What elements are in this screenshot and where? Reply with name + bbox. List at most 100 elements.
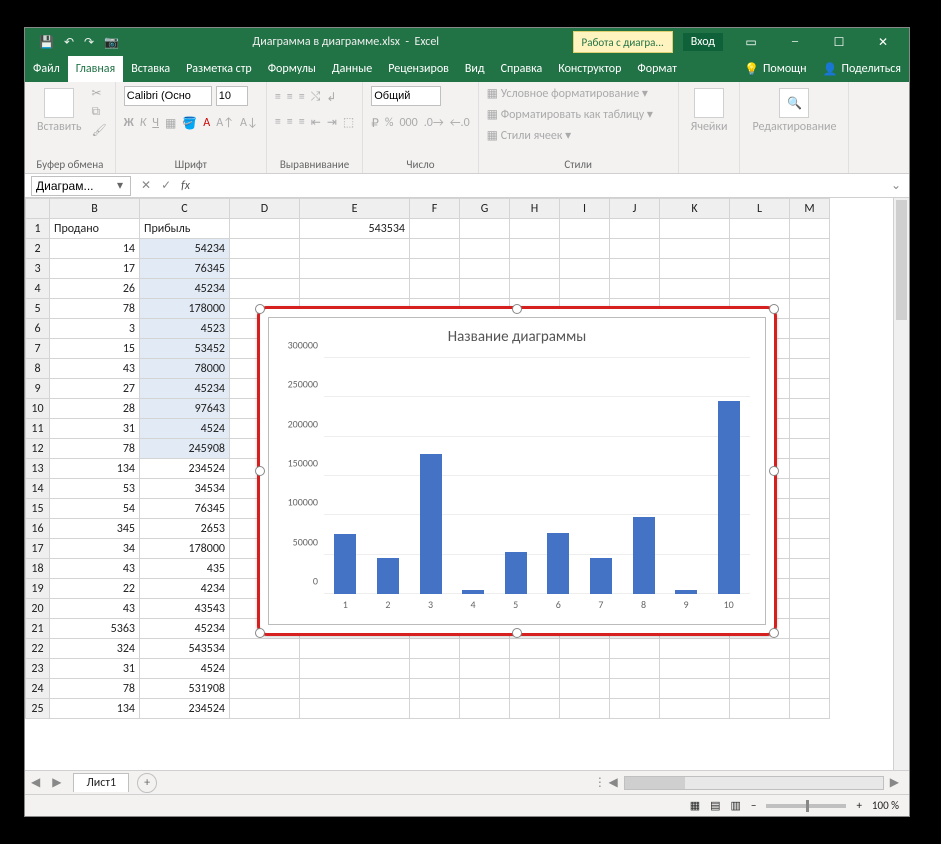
cell-B21[interactable]: 5363 <box>50 619 140 639</box>
cell-M9[interactable] <box>790 379 830 399</box>
underline-button[interactable]: Ч <box>152 116 159 131</box>
cell-B3[interactable]: 17 <box>50 259 140 279</box>
cell-H2[interactable] <box>510 239 560 259</box>
share-button[interactable]: 👤Поделиться <box>815 56 909 82</box>
row-header-25[interactable]: 25 <box>26 699 50 719</box>
cell-D2[interactable] <box>230 239 300 259</box>
cell-D3[interactable] <box>230 259 300 279</box>
cell-H23[interactable] <box>510 659 560 679</box>
cell-M19[interactable] <box>790 579 830 599</box>
cell-I1[interactable] <box>560 219 610 239</box>
view-page-break-icon[interactable]: ▥ <box>731 799 741 812</box>
cell-F4[interactable] <box>410 279 460 299</box>
row-header-5[interactable]: 5 <box>26 299 50 319</box>
cell-B5[interactable]: 78 <box>50 299 140 319</box>
bar-10[interactable] <box>718 401 740 594</box>
qat-redo-icon[interactable]: ↷ <box>84 35 94 50</box>
formula-input[interactable] <box>200 176 883 196</box>
bar-9[interactable] <box>675 590 697 594</box>
row-header-6[interactable]: 6 <box>26 319 50 339</box>
cell-J4[interactable] <box>610 279 660 299</box>
cell-L25[interactable] <box>730 699 790 719</box>
col-header-F[interactable]: F <box>410 199 460 219</box>
cell-C22[interactable]: 543534 <box>140 639 230 659</box>
cell-I23[interactable] <box>560 659 610 679</box>
cell-E25[interactable] <box>300 699 410 719</box>
currency-icon[interactable]: ₽ <box>371 116 379 131</box>
row-header-4[interactable]: 4 <box>26 279 50 299</box>
cell-G3[interactable] <box>460 259 510 279</box>
qat-save-icon[interactable]: 💾 <box>39 35 54 50</box>
tab-chart-design[interactable]: Конструктор <box>550 56 629 82</box>
cell-C16[interactable]: 2653 <box>140 519 230 539</box>
cell-K3[interactable] <box>660 259 730 279</box>
zoom-out-button[interactable]: − <box>751 799 756 812</box>
cell-H22[interactable] <box>510 639 560 659</box>
cell-F3[interactable] <box>410 259 460 279</box>
row-header-17[interactable]: 17 <box>26 539 50 559</box>
tab-view[interactable]: Вид <box>457 56 493 82</box>
cancel-icon[interactable]: ✕ <box>141 178 151 193</box>
comma-icon[interactable]: 000 <box>399 116 417 131</box>
cell-I25[interactable] <box>560 699 610 719</box>
col-header-J[interactable]: J <box>610 199 660 219</box>
cell-J24[interactable] <box>610 679 660 699</box>
col-header-I[interactable]: I <box>560 199 610 219</box>
cell-styles-button[interactable]: ▦ Стили ячеек ▾ <box>487 128 572 143</box>
cell-M15[interactable] <box>790 499 830 519</box>
cell-E4[interactable] <box>300 279 410 299</box>
cell-M25[interactable] <box>790 699 830 719</box>
cell-D1[interactable] <box>230 219 300 239</box>
cell-M24[interactable] <box>790 679 830 699</box>
tab-page-layout[interactable]: Разметка стр <box>178 56 260 82</box>
zoom-in-button[interactable]: + <box>856 799 861 812</box>
cell-C1[interactable]: Прибыль <box>140 219 230 239</box>
cell-B14[interactable]: 53 <box>50 479 140 499</box>
maximize-icon[interactable]: ☐ <box>819 28 859 56</box>
wrap-text-icon[interactable]: ↲ <box>326 90 336 105</box>
cell-B9[interactable]: 27 <box>50 379 140 399</box>
bar-1[interactable] <box>334 534 356 594</box>
expand-formula-icon[interactable]: ⌄ <box>883 178 909 193</box>
cell-B8[interactable]: 43 <box>50 359 140 379</box>
bar-7[interactable] <box>590 558 612 594</box>
decrease-decimal-icon[interactable]: ←.0 <box>450 116 470 131</box>
row-header-3[interactable]: 3 <box>26 259 50 279</box>
copy-icon[interactable]: ⧉ <box>92 105 107 119</box>
row-header-7[interactable]: 7 <box>26 339 50 359</box>
col-header-G[interactable]: G <box>460 199 510 219</box>
cell-J1[interactable] <box>610 219 660 239</box>
bar-3[interactable] <box>420 454 442 594</box>
cell-B2[interactable]: 14 <box>50 239 140 259</box>
cell-M16[interactable] <box>790 519 830 539</box>
cell-D23[interactable] <box>230 659 300 679</box>
cell-G22[interactable] <box>460 639 510 659</box>
name-box[interactable]: ▾ <box>31 176 131 196</box>
cell-L23[interactable] <box>730 659 790 679</box>
cell-K24[interactable] <box>660 679 730 699</box>
zoom-level[interactable]: 100 % <box>872 799 899 812</box>
cell-B1[interactable]: Продано <box>50 219 140 239</box>
cell-B18[interactable]: 43 <box>50 559 140 579</box>
fx-icon[interactable]: fx <box>181 179 190 193</box>
cell-F2[interactable] <box>410 239 460 259</box>
cell-C3[interactable]: 76345 <box>140 259 230 279</box>
cell-L4[interactable] <box>730 279 790 299</box>
cell-D22[interactable] <box>230 639 300 659</box>
cell-G1[interactable] <box>460 219 510 239</box>
row-header-15[interactable]: 15 <box>26 499 50 519</box>
align-left-icon[interactable]: ≡ <box>275 115 281 130</box>
cell-C23[interactable]: 4524 <box>140 659 230 679</box>
row-header-11[interactable]: 11 <box>26 419 50 439</box>
cell-J3[interactable] <box>610 259 660 279</box>
cell-M7[interactable] <box>790 339 830 359</box>
cell-F23[interactable] <box>410 659 460 679</box>
paste-button[interactable]: Вставить <box>33 86 86 136</box>
align-bottom-icon[interactable]: ≡ <box>299 90 305 105</box>
close-icon[interactable]: ✕ <box>863 28 903 56</box>
resize-handle[interactable] <box>255 466 265 476</box>
cell-K25[interactable] <box>660 699 730 719</box>
cell-H3[interactable] <box>510 259 560 279</box>
cell-B15[interactable]: 54 <box>50 499 140 519</box>
cell-C20[interactable]: 43543 <box>140 599 230 619</box>
